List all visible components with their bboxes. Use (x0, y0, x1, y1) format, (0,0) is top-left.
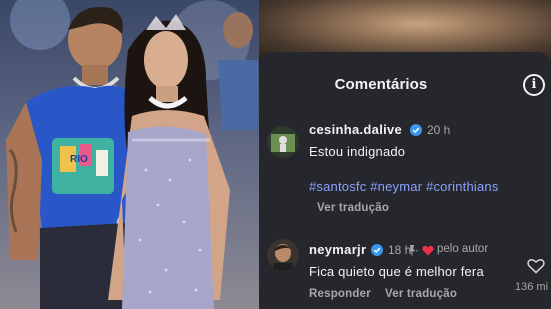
reply-button[interactable]: Responder (309, 288, 371, 300)
sheet-title: Comentários (334, 76, 428, 93)
comment-time: 20 h (427, 123, 451, 137)
author-liked-heart-icon (422, 245, 434, 256)
verified-badge-icon (371, 244, 383, 256)
comment-text: Fica quieto que é melhor fera (309, 264, 484, 279)
info-icon[interactable]: i (523, 74, 545, 96)
instagram-comments-screenshot: Comentários i cesinha.dalive 20 h Estou … (259, 0, 551, 309)
see-translation-link[interactable]: Ver tradução (317, 202, 389, 214)
username-cesinha[interactable]: cesinha.dalive (309, 122, 402, 137)
like-heart-icon[interactable] (527, 258, 545, 274)
news-photo: RIO (0, 0, 259, 309)
like-count: 136 mi (515, 281, 549, 293)
photo-illustration: RIO (6, 0, 258, 309)
comment-text: Estou indignado (309, 144, 406, 159)
liked-by-author-label: pelo autor (437, 243, 489, 255)
avatar-image (267, 126, 299, 158)
comments-sheet: Comentários i cesinha.dalive 20 h Estou … (259, 52, 551, 309)
verified-badge-icon (410, 124, 422, 136)
video-background (259, 0, 551, 60)
avatar-neymarjr[interactable] (267, 239, 299, 271)
avatar-image (267, 239, 299, 271)
avatar-cesinha[interactable] (267, 126, 299, 158)
dot-separator: · (415, 243, 419, 257)
comment-hashtags[interactable]: #santosfc #neymar #corinthians (309, 179, 499, 194)
username-neymarjr[interactable]: neymarjr (309, 242, 366, 257)
see-translation-link[interactable]: Ver tradução (385, 288, 457, 300)
shirt-print-text: RIO (70, 154, 88, 165)
